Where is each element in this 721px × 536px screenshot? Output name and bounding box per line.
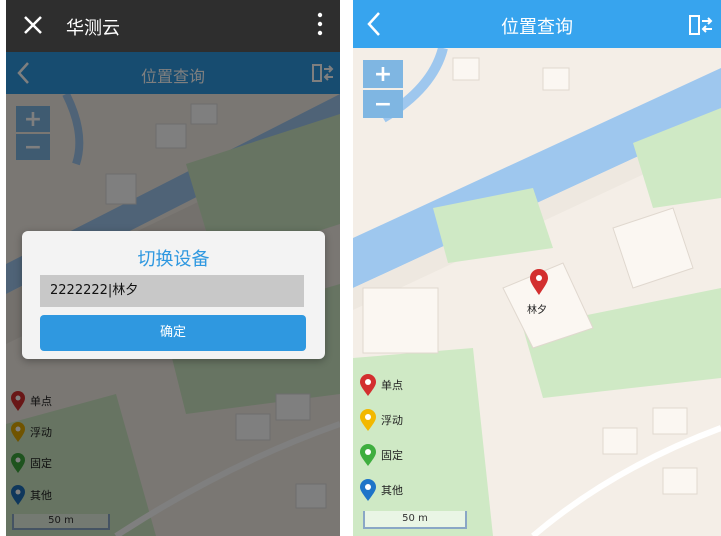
device-input[interactable]: 2222222|林夕 bbox=[40, 275, 304, 307]
wechat-title: 华测云 bbox=[66, 18, 120, 39]
wechat-title-bar: 华测云 bbox=[6, 0, 340, 52]
confirm-button[interactable]: 确定 bbox=[40, 315, 306, 351]
map-view[interactable]: + − 林夕 单点 浮动 固定 其他 50 m bbox=[353, 48, 721, 536]
legend-label: 其他 bbox=[381, 484, 403, 497]
switch-device-icon[interactable] bbox=[689, 14, 713, 36]
map-pin-red-icon bbox=[360, 374, 376, 396]
close-icon[interactable] bbox=[20, 12, 46, 38]
more-vertical-icon[interactable] bbox=[316, 10, 324, 38]
right-screen: 位置查询 + − 林夕 单点 浮动 固定 其他 50 m bbox=[353, 0, 721, 536]
legend-item-fixed: 固定 bbox=[359, 443, 403, 467]
zoom-in-button[interactable]: + bbox=[363, 60, 403, 88]
legend-item-other: 其他 bbox=[359, 478, 403, 502]
device-marker-icon[interactable] bbox=[529, 268, 549, 296]
app-header: 位置查询 bbox=[353, 0, 721, 48]
legend-item-float: 浮动 bbox=[359, 408, 403, 432]
zoom-out-button[interactable]: − bbox=[363, 90, 403, 118]
map-pin-green-icon bbox=[360, 444, 376, 466]
page-title: 位置查询 bbox=[501, 17, 573, 38]
legend-item-single: 单点 bbox=[359, 373, 403, 397]
legend-label: 固定 bbox=[381, 449, 403, 462]
legend-label: 单点 bbox=[381, 379, 403, 392]
switch-device-dialog: 切换设备 2222222|林夕 确定 bbox=[22, 231, 325, 359]
legend-label: 浮动 bbox=[381, 414, 403, 427]
map-pin-yellow-icon bbox=[360, 409, 376, 431]
map-pin-blue-icon bbox=[360, 479, 376, 501]
dialog-title: 切换设备 bbox=[137, 249, 210, 270]
scale-bar: 50 m bbox=[363, 511, 467, 529]
device-marker-label: 林夕 bbox=[527, 305, 547, 316]
modal-overlay-header bbox=[6, 52, 340, 94]
left-screen: 华测云 位置查询 + bbox=[6, 0, 340, 536]
